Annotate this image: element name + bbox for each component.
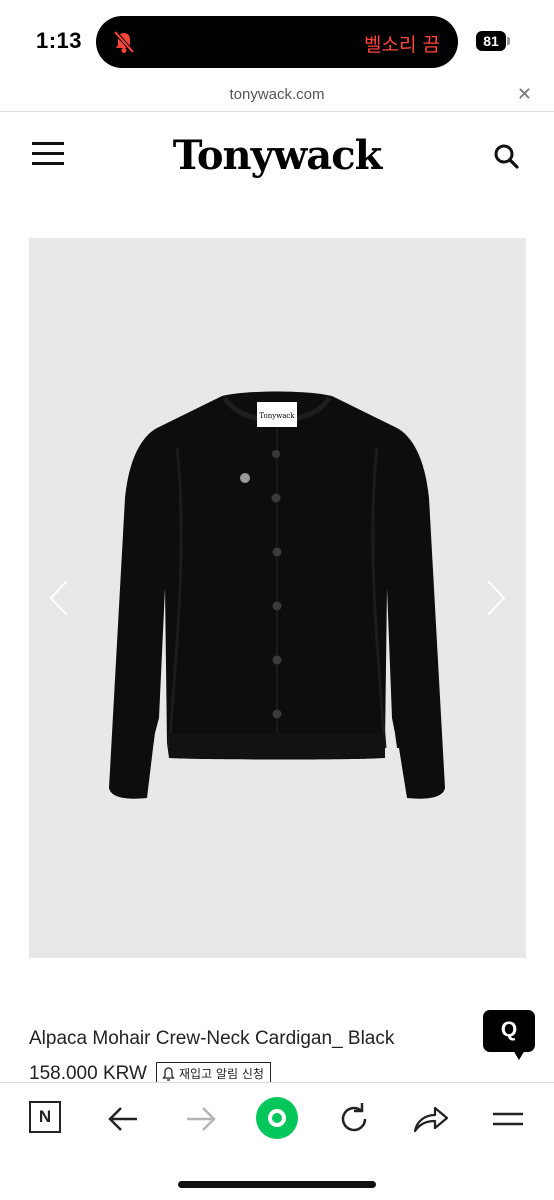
silent-mode-text: 벨소리 끔	[364, 34, 440, 56]
status-bar: 1:13 벨소리 끔 81	[0, 0, 554, 82]
site-header: Tonywack	[0, 112, 554, 202]
dynamic-island: 벨소리 끔	[96, 16, 458, 68]
chat-bubble-tail	[513, 1050, 525, 1060]
battery-level: 81	[476, 31, 506, 51]
product-image-carousel[interactable]: Tonywack	[29, 238, 526, 958]
close-icon[interactable]: ✕	[517, 84, 532, 105]
back-arrow-icon[interactable]	[102, 1097, 146, 1141]
menu-icon[interactable]	[486, 1097, 530, 1141]
cardigan-image: Tonywack	[109, 391, 445, 799]
restock-label: 재입고 알림 신청	[179, 1067, 264, 1081]
chevron-left-icon[interactable]	[47, 578, 71, 618]
chat-button[interactable]: Q	[483, 1010, 535, 1060]
chevron-right-icon[interactable]	[484, 578, 508, 618]
status-time: 1:13	[36, 28, 83, 53]
bell-icon	[162, 1067, 175, 1081]
battery-tip	[507, 37, 510, 45]
battery-indicator: 81	[476, 31, 510, 51]
bell-slash-icon	[113, 30, 135, 54]
site-logo[interactable]: Tonywack	[0, 132, 554, 179]
url-text[interactable]: tonywack.com	[0, 86, 554, 103]
url-bar[interactable]: tonywack.com ✕	[0, 80, 554, 112]
green-circle-icon[interactable]	[256, 1097, 298, 1139]
naver-icon[interactable]: N	[29, 1101, 61, 1133]
forward-arrow-icon[interactable]	[178, 1097, 222, 1141]
share-icon[interactable]	[409, 1097, 453, 1141]
home-indicator	[178, 1181, 376, 1188]
green-circle-dot	[272, 1113, 282, 1123]
chat-label: Q	[500, 1018, 518, 1041]
product-title: Alpaca Mohair Crew-Neck Cardigan_ Black	[29, 1028, 395, 1049]
garment-label-text: Tonywack	[259, 412, 295, 420]
reload-icon[interactable]	[332, 1097, 376, 1141]
search-icon[interactable]	[492, 142, 520, 170]
